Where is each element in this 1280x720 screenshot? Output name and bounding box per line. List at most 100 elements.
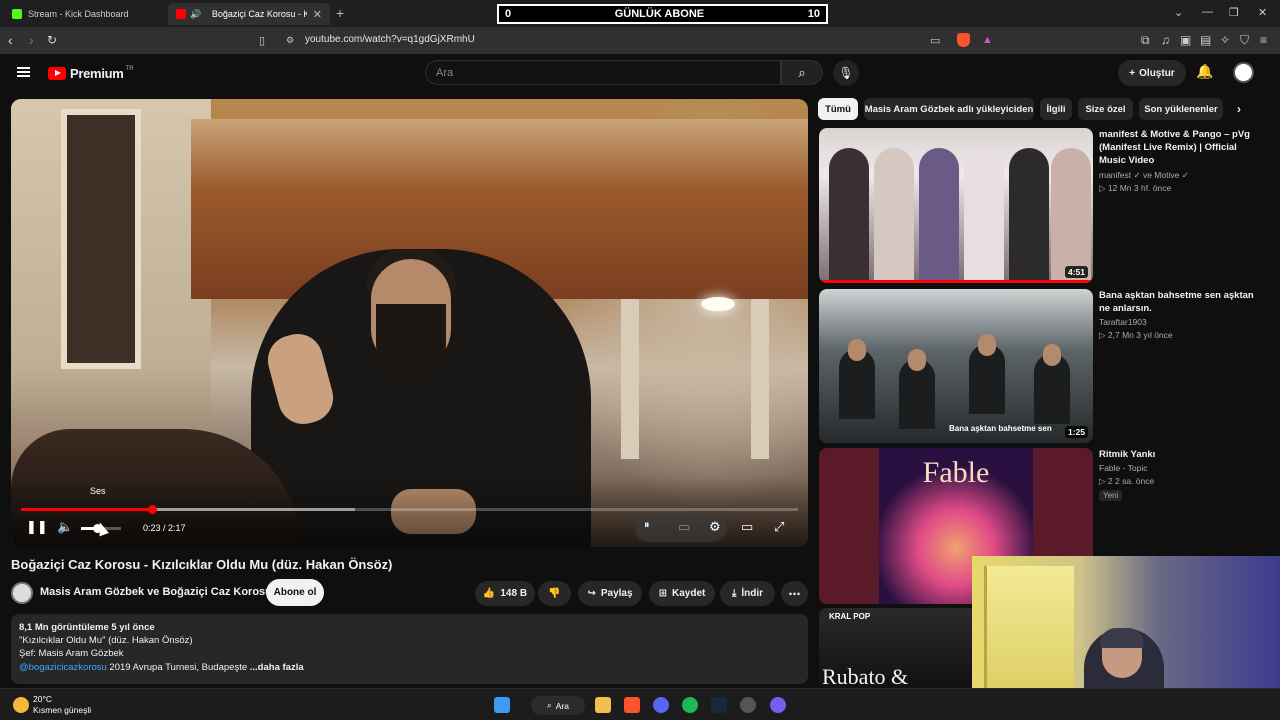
- search-button[interactable]: ⌕: [781, 60, 823, 85]
- voice-search-button[interactable]: 🎙: [833, 60, 859, 86]
- recommendation-title[interactable]: Bana aşktan bahsetme sen aşktan ne anlar…: [1099, 289, 1259, 315]
- reload-icon[interactable]: ↻: [47, 33, 57, 47]
- chip-recently-uploaded[interactable]: Son yüklenenler: [1139, 98, 1223, 120]
- recommendation-title[interactable]: manifest & Motive & Pango – pVg (Manifes…: [1099, 128, 1259, 167]
- video-title: Boğaziçi Caz Korosu - Kızılcıklar Oldu M…: [11, 557, 393, 572]
- theater-mode-icon[interactable]: ▭: [741, 519, 753, 535]
- weather-condition: Kısmen güneşli: [33, 705, 92, 715]
- seek-handle[interactable]: [147, 505, 157, 514]
- weather-sun-icon[interactable]: [13, 697, 29, 713]
- chip-from-uploader[interactable]: Masis Aram Gözbek adlı yükleyiciden: [864, 98, 1034, 120]
- webcam-headphones: [1100, 628, 1144, 648]
- account-avatar[interactable]: [1233, 62, 1254, 83]
- more-actions-button[interactable]: ⋯: [781, 581, 808, 606]
- subtitles-icon[interactable]: ▭: [678, 519, 690, 535]
- notifications-bell-icon[interactable]: 🔔: [1196, 63, 1213, 80]
- forward-icon[interactable]: ›: [29, 32, 34, 48]
- brave-rewards-icon[interactable]: ▲: [982, 34, 993, 46]
- share-button[interactable]: ↪ Paylaş: [578, 581, 642, 606]
- brave-browser-icon[interactable]: [624, 697, 640, 713]
- video-frame-column: [751, 299, 769, 459]
- url-field[interactable]: youtube.com/watch?v=q1gdGjXRmhU: [305, 34, 475, 45]
- share-icon: ↪: [587, 588, 596, 599]
- extensions-icon[interactable]: ⧉: [1141, 33, 1150, 48]
- download-button[interactable]: ⤓ İndir: [720, 581, 775, 606]
- vpn-icon[interactable]: ⛉: [1240, 33, 1249, 48]
- channel-name[interactable]: Masis Aram Gözbek ve Boğaziçi Caz Korosu: [40, 586, 272, 598]
- chip-for-you[interactable]: Size özel: [1078, 98, 1133, 120]
- chevron-right-icon[interactable]: ›: [1237, 102, 1241, 116]
- weather-widget[interactable]: 20°C Kısmen güneşli: [33, 694, 91, 716]
- recommendation-thumbnail[interactable]: 4:51: [819, 128, 1093, 283]
- channel-handle-link[interactable]: @bogazicicazkorosu: [19, 662, 107, 673]
- like-button[interactable]: 👍 148 B: [475, 581, 535, 606]
- address-bar-row: ‹ › ↻ ▯ ⚙ youtube.com/watch?v=q1gdGjXRmh…: [0, 27, 1280, 54]
- thumbnail-caption: Bana aşktan bahsetme sen: [949, 424, 1052, 433]
- site-info-icon[interactable]: ⚙: [286, 35, 294, 46]
- music-icon[interactable]: ♫: [1161, 33, 1170, 47]
- hamburger-menu-icon[interactable]: [17, 67, 30, 77]
- discord-icon[interactable]: [653, 697, 669, 713]
- tab-youtube-video[interactable]: 🔊 Boğaziçi Caz Korosu - Kızılcık ✕: [168, 3, 330, 25]
- video-frame-beard: [376, 304, 446, 379]
- gear-icon[interactable]: ⚙: [709, 519, 721, 535]
- recommendation-title[interactable]: Ritmik Yankı: [1099, 448, 1259, 461]
- counter-goal: 10: [807, 8, 820, 20]
- thumbnail-figure: [964, 148, 1004, 283]
- channel-avatar[interactable]: [11, 582, 33, 604]
- file-explorer-icon[interactable]: [595, 697, 611, 713]
- tab-list-chevron-icon[interactable]: ⌄: [1174, 6, 1183, 19]
- thumbnail-figure: [829, 148, 869, 283]
- cast-icon[interactable]: ▭: [930, 34, 940, 47]
- leo-ai-icon[interactable]: ✧: [1220, 33, 1230, 47]
- create-button[interactable]: + Oluştur: [1118, 60, 1186, 86]
- save-button[interactable]: ⊞ Kaydet: [649, 581, 715, 606]
- spotify-icon[interactable]: [682, 697, 698, 713]
- back-icon[interactable]: ‹: [8, 32, 13, 48]
- seek-bar[interactable]: [21, 505, 798, 514]
- thumbnail-figure: [919, 148, 959, 283]
- recommendation-channel[interactable]: manifest ✓ ve Motive ✓: [1099, 169, 1189, 183]
- wallet-icon[interactable]: ▤: [1200, 33, 1211, 47]
- sidebar-icon[interactable]: ▣: [1180, 33, 1191, 47]
- recommendation-channel[interactable]: Fable - Topic: [1099, 462, 1148, 476]
- description-box[interactable]: 8,1 Mn görüntüleme 5 yıl önce "Kızılcıkl…: [11, 614, 808, 684]
- close-tab-icon[interactable]: ✕: [313, 8, 322, 21]
- app-icon[interactable]: [770, 697, 786, 713]
- recommendation-thumbnail[interactable]: Bana aşktan bahsetme sen 1:25: [819, 289, 1093, 443]
- description-text: 2019 Avrupa Turnesi, Budapeşte: [106, 661, 248, 673]
- maximize-icon[interactable]: ❐: [1229, 6, 1239, 19]
- dislike-button[interactable]: 👎: [538, 581, 571, 606]
- video-frame-column: [621, 299, 639, 459]
- thumbnail-face: [1043, 344, 1061, 366]
- search-input[interactable]: Ara: [425, 60, 781, 85]
- recommendation-stats: ▷ 2 2 sa. önce: [1099, 476, 1155, 486]
- youtube-premium-logo[interactable]: Premium TR: [48, 66, 134, 81]
- close-window-icon[interactable]: ✕: [1258, 6, 1267, 19]
- chip-all[interactable]: Tümü: [818, 98, 858, 120]
- menu-icon[interactable]: ≡: [1260, 33, 1267, 47]
- watched-progress-bar: [819, 280, 1093, 283]
- taskbar-search[interactable]: ⌕ Ara: [531, 696, 585, 715]
- counter-start: 0: [505, 8, 512, 20]
- recommendation-channel[interactable]: Taraftar1903: [1099, 316, 1147, 330]
- obs-icon[interactable]: [740, 697, 756, 713]
- bookmark-icon[interactable]: ▯: [259, 34, 265, 47]
- pause-icon[interactable]: ❚❚: [26, 519, 48, 535]
- daily-subscriber-counter: 0 GÜNLÜK ABONE 10: [497, 4, 828, 24]
- view-count-date: 8,1 Mn görüntüleme 5 yıl önce: [19, 622, 155, 633]
- minimize-icon[interactable]: —: [1202, 6, 1213, 18]
- new-tab-icon[interactable]: +: [336, 5, 344, 21]
- like-count: 148 B: [500, 588, 528, 599]
- volume-icon[interactable]: 🔈: [57, 519, 73, 535]
- windows-start-icon[interactable]: [494, 697, 510, 713]
- autoplay-toggle-icon[interactable]: ⏸: [644, 519, 650, 532]
- steam-icon[interactable]: [711, 697, 727, 713]
- video-player[interactable]: Ses ❚❚ 🔈 0:23 / 2:17 ⏸ ▭ ⚙ ▭ ⤢: [11, 99, 808, 547]
- tab-kick-dashboard[interactable]: Stream - Kick Dashboard: [4, 3, 164, 25]
- subscribe-button[interactable]: Abone ol: [266, 579, 324, 606]
- show-more-link[interactable]: ...daha fazla: [247, 662, 304, 673]
- chip-related[interactable]: İlgili: [1040, 98, 1072, 120]
- brave-shields-icon[interactable]: [957, 33, 970, 47]
- fullscreen-icon[interactable]: ⤢: [774, 519, 784, 535]
